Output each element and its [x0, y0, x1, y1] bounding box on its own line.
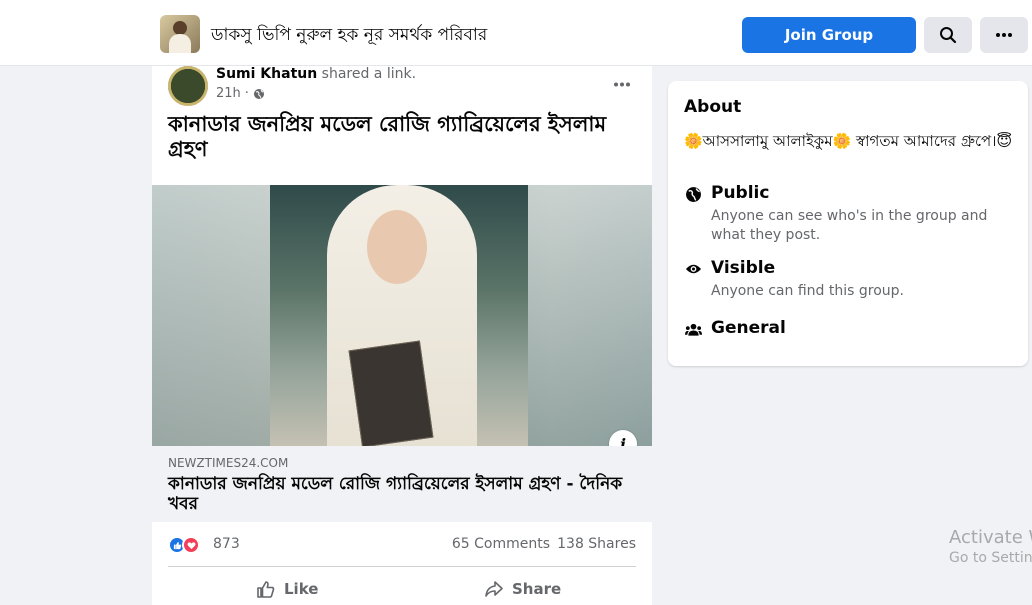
meta-separator: ·: [244, 86, 249, 101]
more-horizontal-icon: [614, 82, 630, 86]
image-side-blur-left: [152, 185, 270, 446]
about-item-title: Public: [711, 183, 770, 203]
watermark-line-2: Go to Settin: [949, 550, 1032, 566]
image-side-blur-right: [528, 185, 652, 446]
group-name[interactable]: ডাকসু ভিপি নুরুল হক নূর সমর্থক পরিবার: [211, 22, 487, 50]
post-stats: 873 65 Comments 138 Shares: [168, 534, 636, 556]
watermark-line-1: Activate W: [949, 527, 1032, 548]
more-horizontal-icon: [996, 33, 1012, 37]
author-name[interactable]: Sumi Khatun: [216, 66, 317, 82]
avatar-figure-head: [173, 21, 187, 35]
group-avatar[interactable]: [160, 15, 200, 53]
like-button[interactable]: Like: [256, 574, 318, 604]
post-headline: কানাডার জনপ্রিয় মডেল রোজি গ্যাব্রিয়েলে…: [168, 112, 607, 161]
post-time[interactable]: 21h: [216, 86, 241, 101]
comments-count[interactable]: 65 Comments: [452, 536, 550, 552]
about-item-title: Visible: [711, 258, 776, 278]
about-item-title: General: [711, 318, 786, 338]
feed-post: Sumi Khatun shared a link. 21h · কানাডার…: [152, 66, 652, 605]
reaction-count[interactable]: 873: [213, 536, 240, 552]
link-title[interactable]: কানাডার জনপ্রিয় মডেল রোজি গ্যাব্রিয়েলে…: [168, 474, 638, 514]
reaction-icons[interactable]: [168, 536, 208, 554]
thumbs-up-icon: [257, 581, 275, 598]
eye-icon: [684, 260, 702, 278]
actions-divider: [168, 566, 636, 567]
activation-watermark: Activate W Go to Settin: [949, 527, 1032, 566]
search-icon: [940, 27, 957, 44]
about-description: 🌼আসসালামু আলাইকুম🌼 স্বাগতম আমাদের গ্রুপে…: [684, 132, 1013, 150]
join-group-button[interactable]: Join Group: [742, 17, 916, 53]
post-author-line: Sumi Khatun shared a link.: [216, 66, 416, 82]
shares-count[interactable]: 138 Shares: [557, 536, 636, 552]
love-reaction-icon: [182, 536, 200, 554]
search-button[interactable]: [924, 17, 972, 53]
globe-icon: [253, 88, 264, 99]
like-label: Like: [284, 580, 319, 598]
post-action-text: shared a link.: [321, 66, 417, 82]
globe-icon: [684, 185, 702, 203]
link-preview-meta[interactable]: NEWZTIMES24.COM কানাডার জনপ্রিয় মডেল রো…: [152, 446, 652, 522]
post-meta: 21h ·: [216, 86, 265, 101]
share-label: Share: [512, 580, 562, 598]
image-figure-book: [348, 340, 434, 446]
about-title: About: [684, 97, 742, 117]
more-options-button[interactable]: [980, 17, 1028, 53]
about-item-subtitle: Anyone can see who's in the group and wh…: [711, 208, 988, 243]
share-arrow-icon: [485, 581, 503, 597]
image-figure-face: [367, 210, 427, 284]
link-preview-image[interactable]: i: [152, 185, 652, 446]
avatar-figure-body: [169, 34, 191, 53]
share-button[interactable]: Share: [484, 574, 561, 604]
post-options-button[interactable]: [608, 74, 636, 94]
author-avatar[interactable]: [168, 66, 208, 106]
group-header: ডাকসু ভিপি নুরুল হক নূর সমর্থক পরিবার Jo…: [0, 0, 1032, 66]
about-item-subtitle: Anyone can find this group.: [711, 283, 904, 299]
about-card: About 🌼আসসালামু আলাইকুম🌼 স্বাগতম আমাদের …: [668, 81, 1028, 366]
people-icon: [684, 320, 702, 338]
link-domain: NEWZTIMES24.COM: [168, 456, 289, 470]
